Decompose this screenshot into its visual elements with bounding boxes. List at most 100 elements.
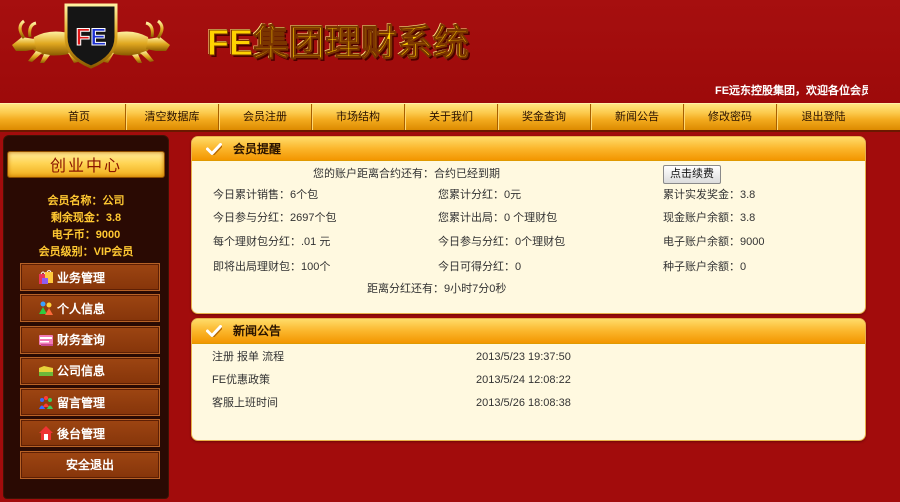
- dividend-countdown: 距离分红还有：9小时7分0秒: [367, 282, 506, 296]
- menu-backend-management[interactable]: 後台管理: [20, 419, 160, 448]
- today-sales: 今日累计销售：6个包: [213, 188, 318, 202]
- menu-company-info[interactable]: 公司信息: [20, 356, 160, 385]
- today-dividend-available-label: 今日可得分红：: [438, 261, 515, 273]
- exiting-packages: 即将出局理财包：100个: [213, 260, 330, 274]
- sidebar-title: 创业中心: [7, 151, 165, 178]
- cash-balance-value: 3.8: [740, 212, 756, 224]
- renew-button[interactable]: 点击续费: [663, 165, 721, 184]
- nav-news[interactable]: 新闻公告: [591, 104, 684, 130]
- menu-business-management[interactable]: 业务管理: [20, 263, 160, 291]
- today-dividend-available: 今日可得分红：0: [438, 260, 521, 274]
- news-date: 2013/5/26 18:08:38: [476, 397, 571, 409]
- today-dividend-packages-value: 2697个包: [290, 212, 337, 224]
- my-dividend-packages-today-value: 0个理财包: [515, 236, 566, 248]
- panel-title: 会员提醒: [233, 142, 282, 156]
- welcome-marquee: FE远东控股集团，欢迎各位会员: [715, 85, 868, 97]
- nav-bonus-query[interactable]: 奖金查询: [498, 104, 591, 130]
- member-ecash-value: 9000: [95, 229, 121, 241]
- member-name-value: 公司: [102, 195, 125, 207]
- member-reminder-panel: 会员提醒 您的账户距离合约还有：合约已经到期 点击续费 今日累计销售：6个包 您…: [191, 136, 866, 314]
- nav-member-register[interactable]: 会员注册: [219, 104, 312, 130]
- menu-label: 个人信息: [57, 301, 106, 316]
- panel-title: 新闻公告: [233, 324, 282, 338]
- today-sales-label: 今日累计销售：: [213, 189, 290, 201]
- news-panel: 新闻公告 注册 报单 流程 2013/5/23 19:37:50 FE优惠政策 …: [191, 318, 866, 441]
- member-name: 会员名称：公司: [4, 193, 168, 210]
- menu-safe-logout[interactable]: 安全退出: [20, 450, 160, 479]
- main-nav: 首页 清空数据库 会员注册 市场结构 关于我们 奖金查询 新闻公告 修改密码 退…: [0, 103, 900, 132]
- checkmark-icon: [206, 325, 222, 337]
- total-dividend: 您累计分红：0元: [438, 188, 521, 202]
- total-bonus-paid: 累计实发奖金：3.8: [663, 188, 755, 202]
- news-title[interactable]: 客服上班时间: [212, 396, 278, 410]
- panel-header: 会员提醒: [192, 137, 865, 161]
- ledger-icon: [38, 332, 55, 348]
- nav-about-us[interactable]: 关于我们: [405, 104, 498, 130]
- menu-personal-info[interactable]: 个人信息: [20, 294, 160, 323]
- today-dividend-packages: 今日参与分红：2697个包: [213, 211, 336, 225]
- member-name-label: 会员名称：: [47, 195, 103, 207]
- seed-balance-value: 0: [740, 261, 747, 273]
- nav-home[interactable]: 首页: [33, 104, 126, 130]
- menu-finance-query[interactable]: 财务查询: [20, 325, 160, 354]
- menu-label: 安全退出: [65, 458, 114, 473]
- total-dividend-value: 0元: [504, 189, 522, 201]
- logo: FE: [12, 3, 170, 69]
- folder-icon: [38, 363, 55, 379]
- menu-label: 业务管理: [57, 270, 106, 285]
- menu-label: 後台管理: [57, 426, 106, 441]
- member-cash-label: 剩余现金：: [50, 212, 106, 224]
- news-date: 2013/5/23 19:37:50: [476, 351, 571, 363]
- menu-label: 留言管理: [57, 395, 106, 410]
- menu-message-management[interactable]: 留言管理: [20, 388, 160, 417]
- my-dividend-packages-today-label: 今日参与分红：: [438, 236, 515, 248]
- member-cash: 剩余现金：3.8: [4, 210, 168, 227]
- sidebar-menu: 业务管理 个人信息 财务查询 公司信息 留言管理 後台管理 安全退出: [20, 263, 160, 482]
- logo-monogram: FE: [76, 24, 107, 51]
- ecash-balance-value: 9000: [740, 236, 765, 248]
- news-date: 2013/5/24 12:08:22: [476, 374, 571, 386]
- contract-value: 合约已经到期: [434, 168, 500, 180]
- menu-label: 公司信息: [57, 364, 106, 379]
- dividend-per-package: 每个理财包分红：.01 元: [213, 235, 330, 249]
- nav-logout[interactable]: 退出登陆: [777, 104, 870, 130]
- cash-balance: 现金账户余额：3.8: [663, 211, 755, 225]
- cash-balance-label: 现金账户余额：: [663, 212, 740, 224]
- dividend-countdown-value: 9小时7分0秒: [444, 283, 507, 295]
- panel-header: 新闻公告: [192, 319, 865, 344]
- seed-balance: 种子账户余额：0: [663, 260, 746, 274]
- contract-status: 您的账户距离合约还有：合约已经到期: [313, 167, 500, 181]
- member-ecash: 电子币：9000: [4, 227, 168, 244]
- member-ecash-label: 电子币：: [51, 229, 96, 241]
- nav-clear-database[interactable]: 清空数据库: [126, 104, 219, 130]
- dividend-countdown-label: 距离分红还有：: [367, 283, 444, 295]
- people-icon: [38, 300, 55, 316]
- member-level-label: 会员级别：: [38, 246, 94, 258]
- checkmark-icon: [206, 143, 222, 155]
- total-exited-label: 您累计出局：: [438, 212, 504, 224]
- site-title: FE集团理财系统: [206, 22, 470, 64]
- today-dividend-available-value: 0: [515, 261, 522, 273]
- contract-label: 您的账户距离合约还有：: [313, 168, 434, 180]
- member-level-value: VIP会员: [93, 246, 134, 258]
- shopping-bags-icon: [38, 269, 55, 285]
- member-info: 会员名称：公司 剩余现金：3.8 电子币：9000 会员级别：VIP会员: [4, 193, 168, 261]
- nav-change-password[interactable]: 修改密码: [684, 104, 777, 130]
- exiting-packages-label: 即将出局理财包：: [213, 261, 301, 273]
- nav-market-structure[interactable]: 市场结构: [312, 104, 405, 130]
- dividend-per-package-value: .01 元: [301, 236, 331, 248]
- total-exited: 您累计出局：0 个理财包: [438, 211, 557, 225]
- home-icon: [38, 425, 55, 441]
- seed-balance-label: 种子账户余额：: [663, 261, 740, 273]
- menu-label: 财务查询: [57, 333, 106, 348]
- ecash-balance: 电子账户余额：9000: [663, 235, 764, 249]
- news-title[interactable]: 注册 报单 流程: [212, 350, 284, 364]
- total-bonus-paid-label: 累计实发奖金：: [663, 189, 740, 201]
- dividend-per-package-label: 每个理财包分红：: [213, 236, 301, 248]
- sidebar: 创业中心 会员名称：公司 剩余现金：3.8 电子币：9000 会员级别：VIP会…: [4, 136, 168, 498]
- today-sales-value: 6个包: [290, 189, 319, 201]
- group-icon: [38, 394, 55, 410]
- my-dividend-packages-today: 今日参与分红：0个理财包: [438, 235, 565, 249]
- news-title[interactable]: FE优惠政策: [212, 373, 270, 387]
- ecash-balance-label: 电子账户余额：: [663, 236, 740, 248]
